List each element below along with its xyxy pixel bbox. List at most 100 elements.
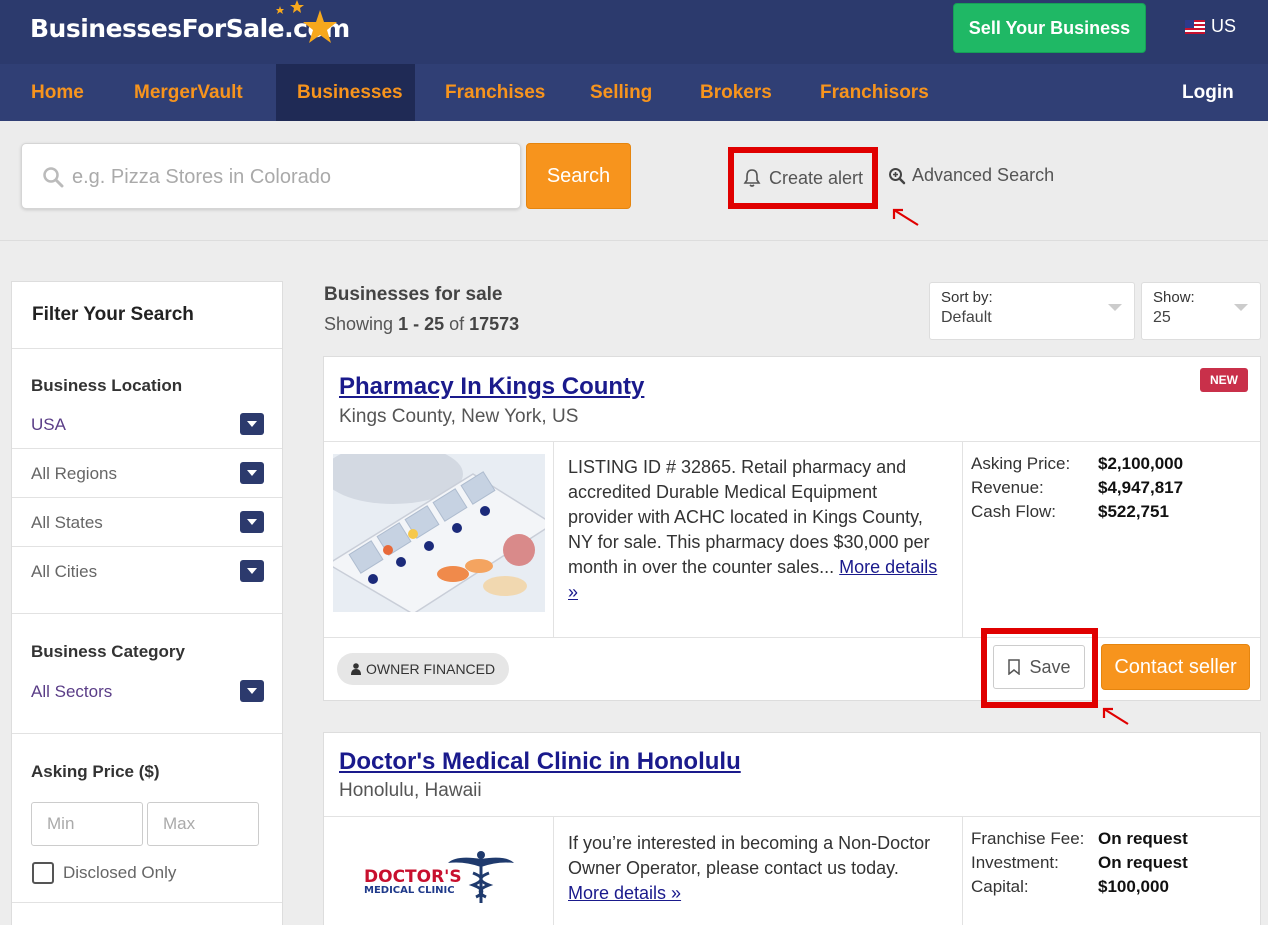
show-count-select[interactable]: Show: 25 bbox=[1141, 282, 1261, 340]
divider bbox=[553, 441, 554, 637]
location-region-value: All Regions bbox=[31, 464, 117, 483]
new-badge: NEW bbox=[1200, 368, 1248, 392]
financial-label: Revenue: bbox=[971, 478, 1044, 497]
business-category-heading: Business Category bbox=[31, 642, 185, 661]
location-country-value: USA bbox=[31, 415, 66, 434]
nav-login[interactable]: Login bbox=[1160, 64, 1260, 121]
search-icon bbox=[43, 167, 64, 188]
pill-organizer-image bbox=[333, 454, 545, 612]
chevron-down-icon[interactable] bbox=[240, 680, 264, 702]
financial-value: On request bbox=[1098, 829, 1188, 848]
user-icon bbox=[351, 663, 361, 675]
location-country-select[interactable]: USA bbox=[31, 413, 264, 435]
listing-location: Honolulu, Hawaii bbox=[339, 780, 482, 801]
financial-label: Cash Flow: bbox=[971, 502, 1057, 521]
results-title: Businesses for sale bbox=[324, 284, 503, 305]
create-alert-button[interactable]: Create alert bbox=[728, 147, 878, 209]
divider bbox=[12, 546, 282, 547]
max-price-input[interactable] bbox=[147, 802, 259, 846]
divider bbox=[12, 348, 282, 349]
nav-selling[interactable]: Selling bbox=[560, 64, 670, 121]
sell-your-business-button[interactable]: Sell Your Business bbox=[953, 3, 1146, 53]
annotation-arrow-icon bbox=[1102, 707, 1129, 725]
financial-row: Revenue: $4,947,817 bbox=[971, 476, 1183, 500]
location-region-select[interactable]: All Regions bbox=[31, 462, 264, 484]
divider bbox=[553, 816, 554, 925]
caduceus-icon bbox=[448, 851, 514, 903]
divider bbox=[324, 637, 1260, 638]
listing-image[interactable]: DOCTOR'S MEDICAL CLINIC bbox=[334, 833, 544, 923]
business-location-heading: Business Location bbox=[31, 376, 183, 395]
chevron-down-icon[interactable] bbox=[240, 511, 264, 533]
us-flag-icon bbox=[1185, 19, 1205, 34]
divider bbox=[324, 441, 1260, 442]
listing-card: Doctor's Medical Clinic in Honolulu Hono… bbox=[323, 732, 1261, 925]
sort-by-value: Default bbox=[941, 309, 992, 326]
results-count: Showing 1 - 25 of 17573 bbox=[324, 314, 519, 335]
filter-title: Filter Your Search bbox=[32, 304, 194, 325]
divider bbox=[12, 497, 282, 498]
bell-icon bbox=[743, 169, 761, 187]
financial-row: Investment: On request bbox=[971, 851, 1188, 875]
category-select[interactable]: All Sectors bbox=[31, 680, 264, 702]
save-button[interactable]: Save bbox=[993, 645, 1085, 689]
divider bbox=[12, 448, 282, 449]
nav-brokers[interactable]: Brokers bbox=[670, 64, 790, 121]
listing-description: LISTING ID # 32865. Retail pharmacy and … bbox=[568, 455, 938, 605]
financial-row: Cash Flow: $522,751 bbox=[971, 500, 1169, 524]
results-range: 1 - 25 bbox=[398, 314, 445, 334]
financial-value: $522,751 bbox=[1098, 502, 1169, 521]
location-state-value: All States bbox=[31, 513, 103, 532]
listing-image[interactable] bbox=[333, 454, 545, 612]
save-label: Save bbox=[1029, 656, 1071, 677]
results-count-of: of bbox=[444, 314, 470, 334]
location-state-select[interactable]: All States bbox=[31, 511, 264, 533]
locale-selector[interactable]: US bbox=[1185, 16, 1236, 37]
disclosed-only-label: Disclosed Only bbox=[63, 863, 177, 882]
listing-description-text: If you’re interested in becoming a Non-D… bbox=[568, 833, 931, 878]
divider bbox=[962, 816, 963, 925]
location-city-select[interactable]: All Cities bbox=[31, 560, 264, 582]
financial-row: Asking Price: $2,100,000 bbox=[971, 452, 1183, 476]
financial-label: Capital: bbox=[971, 877, 1029, 896]
chevron-down-icon[interactable] bbox=[240, 560, 264, 582]
nav-franchisors[interactable]: Franchisors bbox=[790, 64, 950, 121]
contact-seller-button[interactable]: Contact seller bbox=[1101, 644, 1250, 690]
show-value: 25 bbox=[1153, 309, 1171, 326]
divider bbox=[12, 613, 282, 614]
listing-title-link[interactable]: Doctor's Medical Clinic in Honolulu bbox=[339, 748, 741, 776]
financial-value: On request bbox=[1098, 853, 1188, 872]
sort-by-select[interactable]: Sort by: Default bbox=[929, 282, 1135, 340]
search-input[interactable] bbox=[72, 162, 502, 192]
disclosed-only-checkbox[interactable] bbox=[32, 862, 54, 884]
advanced-search-link[interactable]: Advanced Search bbox=[888, 165, 1054, 186]
owner-financed-badge: OWNER FINANCED bbox=[337, 653, 510, 685]
financial-value: $4,947,817 bbox=[1098, 478, 1184, 497]
listing-description: If you’re interested in becoming a Non-D… bbox=[568, 831, 938, 906]
chevron-down-icon[interactable] bbox=[240, 413, 264, 435]
more-details-link[interactable]: More details » bbox=[568, 883, 681, 903]
asking-price-heading: Asking Price ($) bbox=[31, 762, 160, 781]
financial-label: Franchise Fee: bbox=[971, 829, 1085, 848]
location-city-value: All Cities bbox=[31, 562, 98, 581]
search-box bbox=[21, 143, 521, 209]
divider bbox=[12, 902, 282, 903]
divider bbox=[324, 816, 1260, 817]
nav-businesses[interactable]: Businesses bbox=[276, 64, 415, 121]
nav-mergervault[interactable]: MergerVault bbox=[110, 64, 276, 121]
listing-title-link[interactable]: Pharmacy In Kings County bbox=[339, 373, 644, 401]
min-price-input[interactable] bbox=[31, 802, 143, 846]
logo-stars-icon bbox=[276, 0, 337, 43]
clinic-logo-subtitle: MEDICAL CLINIC bbox=[364, 885, 455, 896]
financial-value: $2,100,000 bbox=[1098, 454, 1184, 473]
nav-home[interactable]: Home bbox=[0, 64, 110, 121]
locale-label: US bbox=[1211, 16, 1237, 36]
nav-franchises[interactable]: Franchises bbox=[415, 64, 560, 121]
chevron-down-icon[interactable] bbox=[240, 462, 264, 484]
create-alert-label: Create alert bbox=[768, 167, 864, 188]
results-total: 17573 bbox=[469, 314, 520, 334]
search-button[interactable]: Search bbox=[526, 143, 631, 209]
filter-sidebar: Filter Your Search Business Location USA… bbox=[11, 281, 283, 925]
main-nav: Home MergerVault Businesses Franchises S… bbox=[0, 64, 1268, 121]
bookmark-icon bbox=[1008, 659, 1021, 675]
